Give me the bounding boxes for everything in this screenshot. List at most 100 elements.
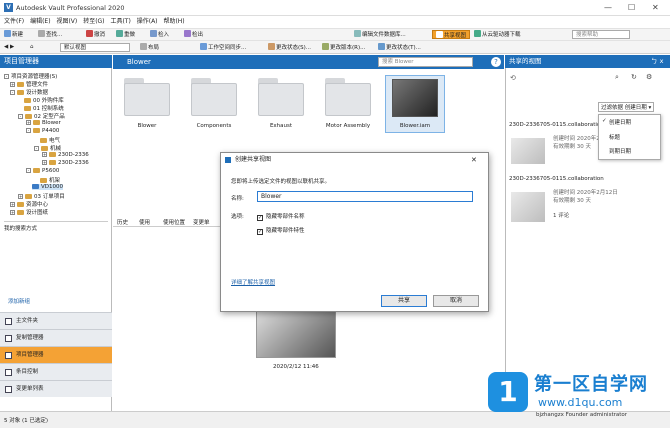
menu-bar: 文件(F) 编辑(E) 视图(V) 转至(G) 工具(T) 操作(A) 帮助(H… (0, 16, 670, 28)
folder-search-input[interactable]: 搜索 Blower (378, 57, 473, 67)
tab-uses[interactable]: 使用 (139, 218, 150, 226)
add-group-link[interactable]: 添加新组 (8, 297, 30, 305)
shared-view-button[interactable]: 共享视图 (432, 30, 471, 39)
settings-icon[interactable]: ⚙ (646, 73, 652, 81)
nav-home-folder[interactable]: 主文件夹 (0, 312, 112, 329)
tree-item-blower[interactable]: + Blower (26, 120, 61, 126)
cloud-icon (474, 30, 481, 37)
edit-file-props-button[interactable]: 编辑文件数据库... (354, 30, 406, 39)
hide-component-props-checkbox[interactable]: ✓ 隐藏零部件特性 (257, 226, 305, 235)
home-icon[interactable]: ⌂ (30, 43, 34, 52)
cancel-button[interactable]: 取消 (433, 295, 479, 307)
menu-tools[interactable]: 工具(T) (110, 16, 130, 28)
sort-dropdown[interactable]: 过滤依据 创建日期 ▾ (598, 102, 655, 112)
tab-where-used[interactable]: 使用位置 (163, 218, 185, 226)
tree-item-manage[interactable]: + 管理文件 (10, 80, 48, 88)
tab-change-orders[interactable]: 变更单 (193, 218, 210, 226)
tree-item-02[interactable]: -02 定型产品 (18, 112, 65, 120)
sort-option-created[interactable]: 创建日期 (609, 118, 631, 126)
name-input[interactable]: Blower (257, 191, 473, 202)
refresh-icon[interactable]: ⟲ (510, 74, 516, 82)
nav-project-manager[interactable]: 项目管理器 (0, 346, 112, 363)
nav-item-control[interactable]: 条目控制 (0, 363, 112, 380)
item-icon (5, 369, 12, 376)
menu-help[interactable]: 帮助(H) (163, 16, 184, 28)
folder-icon (33, 120, 40, 125)
folder-icon (258, 78, 304, 116)
layout-button[interactable]: 布局 (140, 43, 159, 52)
download-from-cloud-button[interactable]: 从云驱动器下载 (474, 30, 521, 39)
menu-view[interactable]: 视图(V) (56, 16, 77, 28)
menu-actions[interactable]: 操作(A) (137, 16, 158, 28)
status-icon (378, 43, 385, 50)
nav-copy-manager[interactable]: 复制管理器 (0, 329, 112, 346)
menu-edit[interactable]: 编辑(E) (30, 16, 50, 28)
share-button[interactable]: 共享 (381, 295, 427, 307)
reload-icon[interactable]: ↻ (631, 73, 637, 81)
nav-change-orders[interactable]: 变更单列表 (0, 380, 112, 397)
tree-item-mechanical[interactable]: - 机械 (34, 144, 61, 152)
folder-header: Blower 搜索 Blower ? (113, 55, 504, 69)
workspace-sync-button[interactable]: 工作空间同步... (200, 43, 246, 52)
tree-item-p5600[interactable]: - P5600 (26, 168, 59, 174)
shared-view-card-2[interactable]: 230D-2336705-0115.collaboration 创建时间 202… (509, 176, 663, 222)
tree-item-00[interactable]: 00 外购件库 (24, 96, 64, 104)
tree-item-vd1000[interactable]: VD1000 (32, 184, 63, 190)
card-thumbnail (511, 138, 545, 164)
name-label: 名称: (231, 196, 244, 202)
change-revision-button[interactable]: 更改版本(R)... (322, 43, 365, 52)
card-comments[interactable]: 1 评论 (553, 211, 569, 219)
tree-item-frame[interactable]: 机架 (40, 176, 60, 184)
change-state-button[interactable]: 更改状态(S)... (268, 43, 311, 52)
maximize-button[interactable]: ☐ (628, 3, 635, 12)
folder-icon (17, 202, 24, 207)
tree-item-design-data[interactable]: - 设计数据 (10, 88, 48, 96)
menu-file[interactable]: 文件(F) (4, 16, 24, 28)
copy-icon (5, 335, 12, 342)
help-search-input[interactable]: 搜索帮助 (572, 30, 630, 39)
tree-item-p4400[interactable]: - P4400 (26, 128, 59, 134)
sort-option-expiry[interactable]: 到期日期 (609, 147, 631, 155)
folder-tile-motor-assembly[interactable]: Motor Assembly (318, 78, 378, 129)
tree-item-01[interactable]: 01 控制系统 (24, 104, 64, 112)
my-searches-header[interactable]: 我的搜索方式 (4, 221, 108, 232)
check-out-button[interactable]: 检出 (184, 30, 203, 39)
redo-button[interactable]: 重做 (116, 30, 135, 39)
dialog-close-button[interactable]: ✕ (471, 153, 477, 167)
tree-item-explorer[interactable]: - 项目资源管理器(S) (4, 72, 57, 80)
check-in-button[interactable]: 检入 (150, 30, 169, 39)
back-button[interactable]: ◀ ▶ (4, 43, 14, 52)
tree-item-03[interactable]: +03 订单项目 (18, 192, 65, 200)
tree-item-electrical[interactable]: 电气 (40, 136, 60, 144)
watermark: 1 第一区自学网 www.d1qu.com bjzhangzx Founder … (488, 370, 670, 428)
help-icon[interactable]: ? (491, 57, 501, 67)
new-button[interactable]: 新建 (4, 30, 23, 39)
hide-component-names-checkbox[interactable]: ✓ 隐藏零部件名称 (257, 212, 305, 221)
tab-history[interactable]: 历史 (117, 218, 128, 226)
folder-tile-blower[interactable]: Blower (117, 78, 177, 129)
pane-pin-close[interactable]: ㄅ x (651, 55, 663, 68)
close-button[interactable]: ✕ (652, 3, 659, 12)
tree-item-drawings[interactable]: + 设计图纸 (10, 208, 48, 216)
search-icon[interactable]: ⌕ (615, 73, 619, 82)
tree-item-230d-a[interactable]: +230D-2336 (42, 152, 89, 158)
view-select[interactable]: 默认视图 (60, 43, 130, 52)
sync-icon (200, 43, 207, 50)
undo-button[interactable]: 撤消 (86, 30, 105, 39)
folder-tile-components[interactable]: Components (184, 78, 244, 129)
change-status-button[interactable]: 更改状态(T)... (378, 43, 421, 52)
minimize-button[interactable]: — (604, 3, 612, 12)
folder-icon (33, 168, 40, 173)
sort-option-title[interactable]: 标题 (609, 133, 620, 141)
checkbox-checked-icon: ✓ (257, 215, 263, 221)
menu-go[interactable]: 转至(G) (83, 16, 104, 28)
folder-icon (49, 160, 56, 165)
detail-tabs: 历史 使用 使用位置 变更单 (113, 215, 221, 227)
find-button[interactable]: 查找... (38, 30, 62, 39)
tree-item-resource-center[interactable]: + 资源中心 (10, 200, 48, 208)
folder-icon (24, 106, 31, 111)
learn-more-link[interactable]: 详细了解共享视图 (231, 278, 275, 286)
folder-tile-exhaust[interactable]: Exhaust (251, 78, 311, 129)
tree-item-230d-b[interactable]: +230D-2336 (42, 160, 89, 166)
file-tile-blower-iam[interactable]: Blower.iam (385, 75, 445, 133)
